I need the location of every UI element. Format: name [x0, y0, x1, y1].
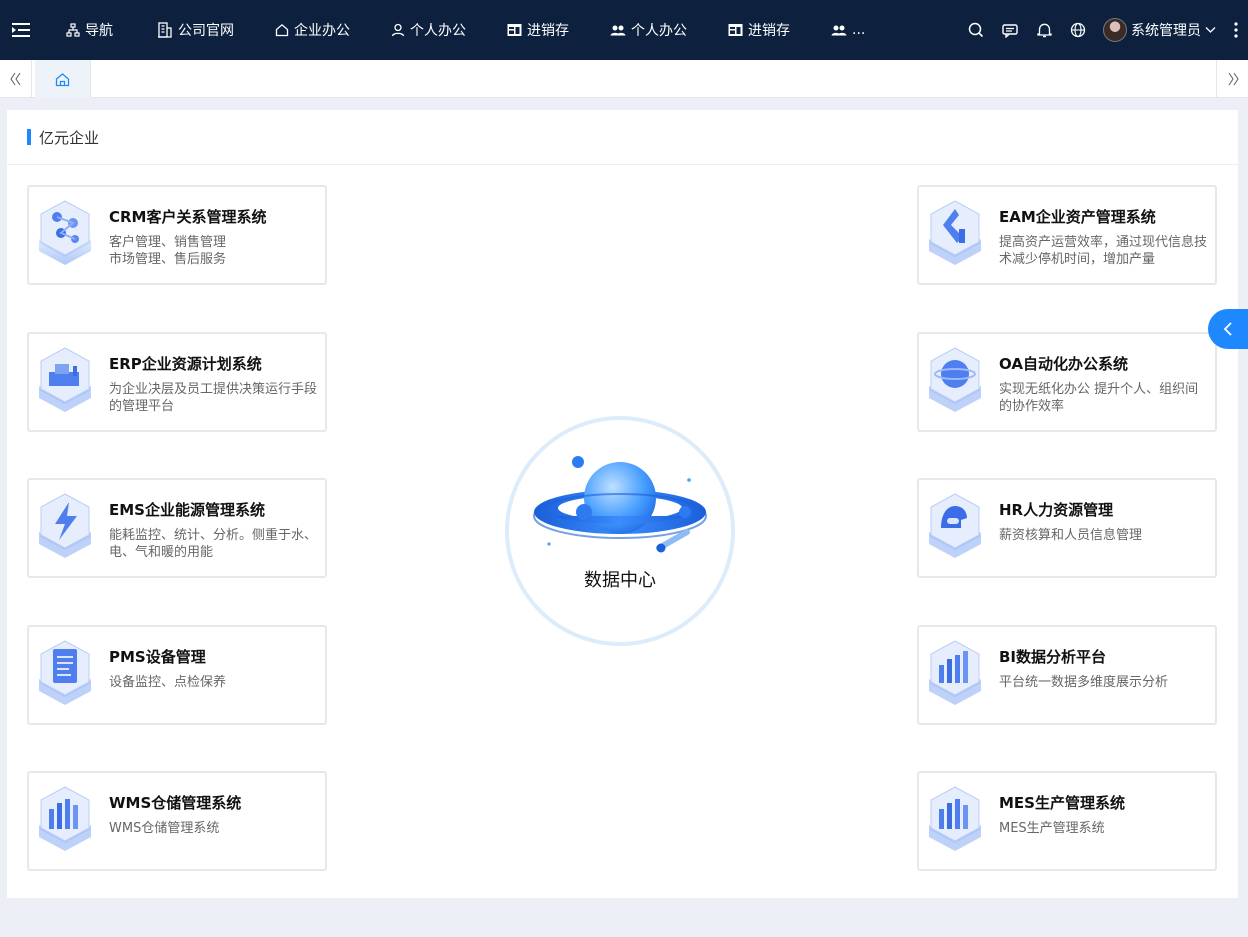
card-description: 为企业决层及员工提供决策运行手段的管理平台 [109, 382, 318, 414]
panel-header: 亿元企业 [7, 110, 1238, 165]
card-description: 实现无纸化办公 提升个人、组织间的协作效率 [999, 382, 1199, 414]
card-description: 客户管理、销售管理 市场管理、售后服务 [109, 235, 227, 267]
card-erp[interactable]: ERP企业资源计划系统 为企业决层及员工提供决策运行手段的管理平台 [27, 332, 327, 432]
card-description: 薪资核算和人员信息管理 [999, 528, 1143, 543]
nav-item-inventory-2[interactable]: 进销存 [728, 0, 790, 60]
card-description: 提高资产运营效率，通过现代信息技术减少停机时间，增加产量 [999, 235, 1208, 267]
bi-cube-icon [929, 640, 981, 705]
nav-label: 进销存 [527, 23, 569, 39]
nav-label: 个人办公 [631, 23, 687, 39]
card-pms[interactable]: PMS设备管理 设备监控、点检保养 [27, 625, 327, 725]
side-panel-toggle[interactable] [1208, 309, 1248, 349]
more-vertical-icon [1234, 22, 1238, 38]
nav-item-inventory[interactable]: 进销存 [507, 0, 569, 60]
users-icon [831, 25, 847, 36]
avatar [1103, 18, 1127, 42]
data-center-hub[interactable]: 数据中心 [505, 416, 735, 646]
card-description: MES生产管理系统 [999, 821, 1105, 836]
card-eam[interactable]: EAM企业资产管理系统 提高资产运营效率，通过现代信息技术减少停机时间，增加产量 [917, 185, 1217, 285]
globe-icon [1070, 22, 1086, 38]
card-title: PMS设备管理 [109, 648, 206, 666]
nav-label: 进销存 [748, 23, 790, 39]
eam-cube-icon [929, 200, 981, 265]
nav-item-personal-office-2[interactable]: 个人办公 [610, 0, 687, 60]
panel-title: 亿元企业 [39, 128, 100, 147]
card-title: EAM企业资产管理系统 [999, 208, 1156, 226]
more-menu-button[interactable] [1224, 0, 1248, 60]
oa-cube-icon [929, 347, 981, 412]
card-bi[interactable]: BI数据分析平台 平台统一数据多维度展示分析 [917, 625, 1217, 725]
search-icon [968, 22, 984, 38]
nav-item-more[interactable]: ... [831, 0, 865, 60]
tab-home[interactable] [35, 60, 91, 98]
chevron-left-icon [1223, 322, 1232, 336]
card-description: 平台统一数据多维度展示分析 [999, 675, 1169, 690]
card-wms[interactable]: WMS仓储管理系统 WMS仓储管理系统 [27, 771, 327, 871]
language-button[interactable] [1061, 0, 1095, 60]
user-menu[interactable]: 系统管理员 [1103, 18, 1216, 42]
user-name: 系统管理员 [1131, 23, 1201, 39]
wms-cube-icon [39, 786, 91, 851]
crm-cube-icon [39, 200, 91, 265]
home-icon [55, 72, 70, 86]
card-description: 设备监控、点检保养 [109, 675, 227, 690]
card-title: CRM客户关系管理系统 [109, 208, 267, 226]
search-button[interactable] [959, 0, 993, 60]
board-icon [728, 24, 743, 36]
data-center-title: 数据中心 [584, 570, 656, 591]
chevron-down-icon [1205, 27, 1216, 33]
nav-label: 公司官网 [178, 23, 234, 39]
hr-cube-icon [929, 493, 981, 558]
top-nav: 导航 公司官网 企业办公 个人办公 进销存 个人办公 进销存 ... [42, 0, 865, 60]
card-ems[interactable]: EMS企业能源管理系统 能耗监控、统计、分析。侧重于水、电、气和暖的用能 [27, 478, 327, 578]
nav-item-website[interactable]: 公司官网 [157, 0, 234, 60]
nav-label: 导航 [85, 23, 113, 39]
user-icon [391, 23, 405, 37]
card-title: MES生产管理系统 [999, 794, 1125, 812]
card-oa[interactable]: OA自动化办公系统 实现无纸化办公 提升个人、组织间的协作效率 [917, 332, 1217, 432]
nav-item-enterprise-office[interactable]: 企业办公 [275, 0, 350, 60]
nav-item-guide[interactable]: 导航 [66, 0, 113, 60]
title-accent-bar [27, 129, 31, 145]
card-title: WMS仓储管理系统 [109, 794, 242, 812]
card-title: HR人力资源管理 [999, 501, 1114, 519]
nav-label: ... [852, 22, 866, 38]
nav-label: 企业办公 [294, 23, 350, 39]
card-hr[interactable]: HR人力资源管理 薪资核算和人员信息管理 [917, 478, 1217, 578]
card-description: 能耗监控、统计、分析。侧重于水、电、气和暖的用能 [109, 528, 318, 560]
double-chevron-left-icon [9, 72, 20, 86]
pms-cube-icon [39, 640, 91, 705]
top-right-tools: 系统管理员 [959, 0, 1248, 60]
menu-toggle-icon[interactable] [0, 0, 42, 60]
card-title: BI数据分析平台 [999, 648, 1107, 666]
double-chevron-right-icon [1228, 72, 1239, 86]
card-crm[interactable]: CRM客户关系管理系统 客户管理、销售管理 市场管理、售后服务 [27, 185, 327, 285]
bell-icon [1036, 23, 1052, 38]
mes-cube-icon [929, 786, 981, 851]
sitemap-icon [66, 23, 80, 37]
notification-button[interactable] [1027, 0, 1061, 60]
home-icon [275, 23, 289, 37]
card-mes[interactable]: MES生产管理系统 MES生产管理系统 [917, 771, 1217, 871]
users-icon [610, 25, 626, 36]
card-title: OA自动化办公系统 [999, 355, 1128, 373]
erp-cube-icon [39, 347, 91, 412]
nav-item-personal-office[interactable]: 个人办公 [391, 0, 466, 60]
board-icon [507, 24, 522, 36]
top-bar: 导航 公司官网 企业办公 个人办公 进销存 个人办公 进销存 ... 系统管理员 [0, 0, 1248, 60]
card-title: EMS企业能源管理系统 [109, 501, 265, 519]
planet-icon [533, 456, 707, 553]
card-title: ERP企业资源计划系统 [109, 355, 262, 373]
tab-bar [0, 60, 1248, 98]
nav-label: 个人办公 [410, 23, 466, 39]
main-panel: 亿元企业 CRM客户关系管理系统 客户管理、销售管理 市场管理、售后服务 ERP… [7, 110, 1238, 898]
tab-scroll-left-button[interactable] [0, 60, 32, 98]
card-description: WMS仓储管理系统 [109, 821, 220, 836]
building-icon [158, 22, 172, 38]
message-button[interactable] [993, 0, 1027, 60]
tab-scroll-right-button[interactable] [1216, 60, 1248, 98]
ems-cube-icon [39, 493, 91, 558]
chat-icon [1002, 23, 1018, 38]
